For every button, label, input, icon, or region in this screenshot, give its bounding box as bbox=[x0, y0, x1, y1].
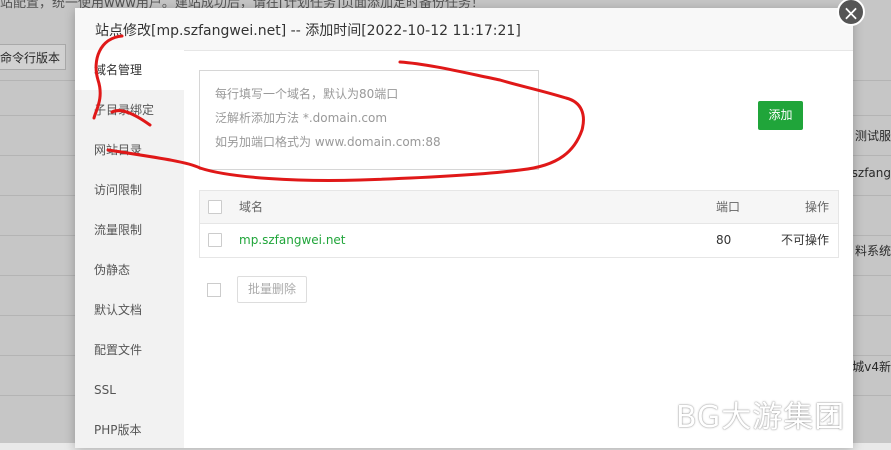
dialog-title: 站点修改[mp.szfangwei.net] -- 添加时间[2022-10-1… bbox=[95, 23, 521, 39]
batch-delete-button[interactable]: 批量删除 bbox=[237, 276, 307, 303]
domain-input[interactable]: 每行填写一个域名，默认为80端口 泛解析添加方法 *.domain.com 如另… bbox=[199, 70, 539, 170]
watermark: BG大游集团 bbox=[676, 400, 846, 435]
menu-item-domain-management[interactable]: 域名管理 bbox=[75, 50, 184, 90]
menu-item-site-directory[interactable]: 网站目录 bbox=[75, 130, 184, 170]
column-port: 端口 bbox=[716, 200, 741, 214]
add-domain-button[interactable]: 添加 bbox=[758, 101, 803, 130]
site-settings-menu: 域名管理 子目录绑定 网站目录 访问限制 流量限制 伪静态 默认文档 配置文件 … bbox=[75, 50, 184, 448]
domain-input-hint: 如另加端口格式为 www.domain.com:88 bbox=[215, 135, 441, 149]
domain-management-panel: 每行填写一个域名，默认为80端口 泛解析添加方法 *.domain.com 如另… bbox=[184, 50, 853, 448]
table-header: 域名 端口 操作 bbox=[200, 191, 838, 224]
menu-item-ssl[interactable]: SSL bbox=[75, 370, 184, 410]
domain-link[interactable]: mp.szfangwei.net bbox=[239, 224, 346, 256]
menu-item-rewrite[interactable]: 伪静态 bbox=[75, 250, 184, 290]
column-domain: 域名 bbox=[239, 200, 264, 214]
domain-port: 80 bbox=[716, 233, 732, 247]
select-all-checkbox[interactable] bbox=[208, 200, 222, 214]
domain-table: 域名 端口 操作 mp.szfangwei.net 80 不可操作 bbox=[199, 190, 839, 258]
menu-item-access-restriction[interactable]: 访问限制 bbox=[75, 170, 184, 210]
menu-item-config-file[interactable]: 配置文件 bbox=[75, 330, 184, 370]
domain-input-hint: 泛解析添加方法 *.domain.com bbox=[215, 111, 388, 125]
menu-item-traffic-limit[interactable]: 流量限制 bbox=[75, 210, 184, 250]
table-row: mp.szfangwei.net 80 不可操作 bbox=[200, 224, 838, 257]
site-edit-dialog: 站点修改[mp.szfangwei.net] -- 添加时间[2022-10-1… bbox=[75, 8, 853, 448]
dialog-header: 站点修改[mp.szfangwei.net] -- 添加时间[2022-10-1… bbox=[75, 8, 853, 51]
column-action: 操作 bbox=[805, 200, 830, 214]
menu-item-default-document[interactable]: 默认文档 bbox=[75, 290, 184, 330]
menu-item-subdirectory-binding[interactable]: 子目录绑定 bbox=[75, 90, 184, 130]
domain-action: 不可操作 bbox=[781, 233, 830, 247]
row-checkbox[interactable] bbox=[208, 233, 222, 247]
menu-item-php-version[interactable]: PHP版本 bbox=[75, 410, 184, 450]
batch-select-checkbox[interactable] bbox=[207, 283, 221, 297]
domain-input-hint: 每行填写一个域名，默认为80端口 bbox=[215, 87, 399, 101]
